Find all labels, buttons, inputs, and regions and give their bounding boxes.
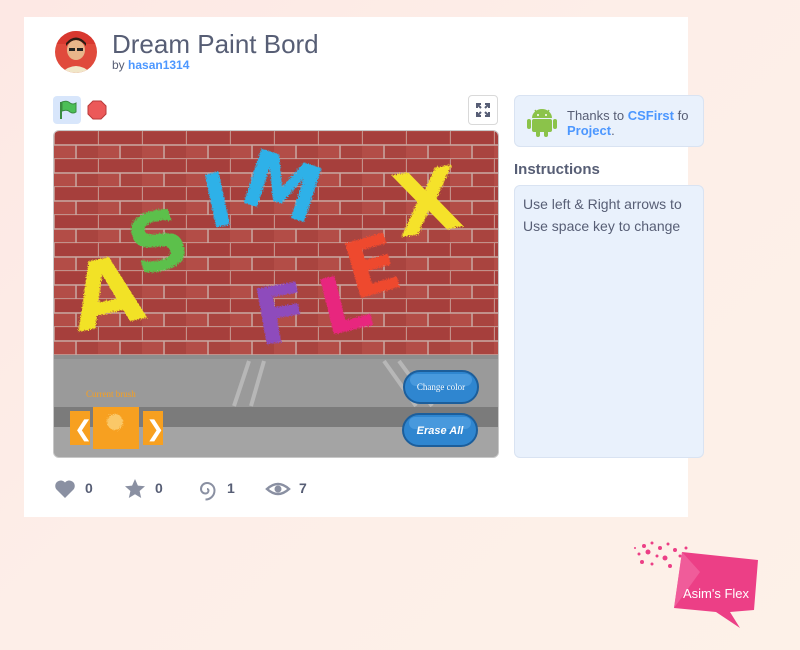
view-stat: 7 — [265, 477, 307, 501]
by-label: by — [112, 58, 125, 72]
green-flag-button[interactable] — [53, 96, 81, 124]
avatar[interactable] — [54, 30, 98, 74]
change-color-button[interactable]: Change color — [403, 370, 479, 404]
instruction-line: Use space key to change — [523, 218, 681, 234]
author-link[interactable]: hasan1314 — [128, 58, 189, 72]
green-flag-icon — [60, 100, 77, 119]
stage-canvas[interactable]: A S I M F L E X Current brush ❮ ❯ Change… — [54, 131, 499, 458]
thanks-text-line2: Project. — [567, 123, 615, 138]
fullscreen-button[interactable] — [468, 95, 498, 125]
android-icon — [527, 109, 557, 137]
watermark-text: Asim's Flex — [683, 586, 750, 601]
project-link[interactable]: Project — [567, 123, 611, 138]
eye-icon — [265, 482, 291, 496]
thanks-text: Thanks to CSFirst fo — [567, 108, 688, 123]
thanks-end: . — [611, 123, 615, 138]
instructions-heading: Instructions — [514, 161, 600, 178]
project-stage[interactable]: A S I M F L E X Current brush ❮ ❯ Change… — [53, 130, 499, 458]
erase-all-label: Erase All — [417, 425, 465, 437]
love-stat[interactable]: 0 — [53, 477, 93, 501]
current-brush-label: Current brush — [86, 389, 136, 399]
brush-next-arrow: ❯ — [146, 417, 164, 442]
project-byline: by hasan1314 — [112, 58, 189, 72]
project-card: Dream Paint Bord by hasan1314 A S I M F … — [24, 17, 704, 517]
watermark-logo: Asim's Flex — [634, 541, 758, 628]
thanks-prefix: Thanks to — [567, 108, 625, 123]
love-count: 0 — [85, 480, 93, 496]
fullscreen-icon — [476, 103, 490, 117]
csfirst-link[interactable]: CSFirst — [628, 108, 674, 123]
remix-count: 1 — [227, 480, 235, 496]
instructions-box: Use left & Right arrows to Use space key… — [514, 185, 704, 458]
favorite-count: 0 — [155, 480, 163, 496]
brush-prev-arrow: ❮ — [74, 417, 92, 442]
brush-preview — [107, 414, 123, 430]
remix-stat[interactable]: 1 — [195, 477, 235, 501]
favorite-stat[interactable]: 0 — [123, 477, 163, 501]
heart-icon — [55, 480, 75, 498]
stop-icon[interactable] — [87, 100, 107, 120]
erase-all-button[interactable]: Erase All — [402, 413, 478, 447]
instruction-line: Use left & Right arrows to — [523, 196, 682, 212]
remix-icon — [199, 481, 216, 501]
change-color-label: Change color — [417, 382, 465, 392]
project-title: Dream Paint Bord — [112, 29, 319, 59]
view-count: 7 — [299, 480, 307, 496]
star-icon — [125, 479, 145, 498]
thanks-notice: Thanks to CSFirst fo Project. — [514, 95, 704, 147]
thanks-suffix: fo — [677, 108, 689, 123]
